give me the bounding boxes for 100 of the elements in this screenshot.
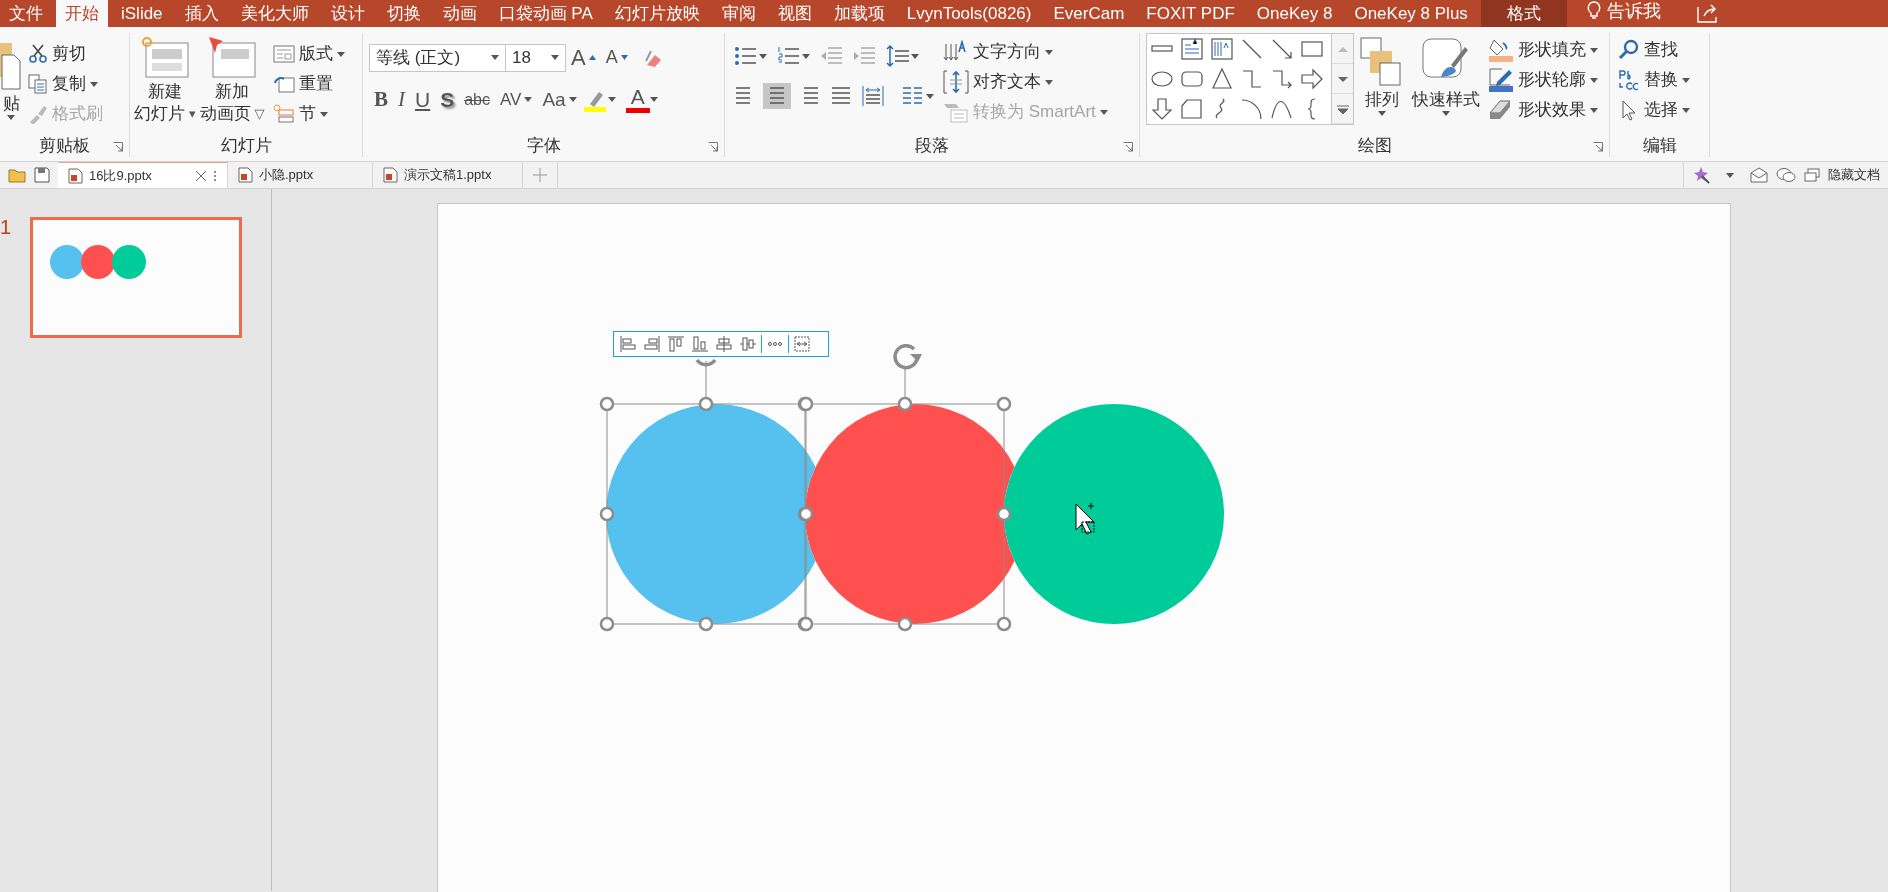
- ribbon-tab[interactable]: 设计: [321, 0, 374, 27]
- ribbon-tab[interactable]: 格式: [1480, 0, 1567, 27]
- toolbar-button[interactable]: 选择: [1616, 95, 1703, 125]
- arrange-button[interactable]: 排列: [1358, 33, 1406, 133]
- align-button[interactable]: [859, 83, 887, 109]
- document-tab[interactable]: 16比9.pptx: [58, 162, 228, 188]
- quick-styles-button[interactable]: 快速样式: [1410, 33, 1482, 133]
- toolbar-button[interactable]: 重置: [270, 69, 360, 99]
- font-name-field[interactable]: 等线 (正文): [369, 43, 506, 72]
- arc-shape-icon[interactable]: [1239, 96, 1265, 122]
- paste-button[interactable]: 贴: [0, 33, 22, 133]
- align-top-icon[interactable]: [665, 335, 687, 353]
- fit-size-icon[interactable]: [791, 335, 813, 353]
- ribbon-tab[interactable]: 开始: [56, 0, 108, 27]
- ribbon-tab[interactable]: EverCam: [1044, 0, 1134, 27]
- align-middle-icon[interactable]: [713, 335, 735, 353]
- shape-gallery[interactable]: [1146, 33, 1332, 125]
- format-button[interactable]: A: [625, 86, 650, 114]
- toolbar-button[interactable]: 形状效果: [1486, 95, 1603, 125]
- toolbar-button[interactable]: 查找: [1616, 35, 1703, 65]
- line-spacing-button[interactable]: [883, 43, 922, 69]
- ribbon-tab[interactable]: LvynTools(0826): [897, 0, 1041, 27]
- toolbar-button[interactable]: 节: [270, 99, 360, 129]
- dialog-launcher-icon[interactable]: [708, 141, 718, 152]
- group-label: 幻灯片: [220, 135, 272, 157]
- ribbon-tab[interactable]: FOXIT PDF: [1137, 0, 1244, 27]
- hide-documents-link[interactable]: 隐藏文档: [1828, 165, 1880, 185]
- align-left-icon[interactable]: [617, 335, 639, 353]
- slide-thumbnail[interactable]: [30, 217, 242, 338]
- format-button[interactable]: U: [410, 84, 436, 116]
- ribbon-tab[interactable]: 视图: [768, 0, 821, 27]
- ribbon-tab[interactable]: 幻灯片放映: [605, 0, 709, 27]
- align-right-icon[interactable]: [641, 335, 663, 353]
- ribbon-tab[interactable]: 美化大师: [231, 0, 318, 27]
- distributed-icon: [862, 85, 884, 107]
- group-label: 剪贴板: [39, 135, 90, 157]
- distribute-icon[interactable]: [737, 335, 759, 353]
- mail-icon[interactable]: [1750, 167, 1768, 183]
- dialog-launcher-icon[interactable]: [1123, 141, 1133, 152]
- caret-icon: [1590, 47, 1598, 53]
- toolbar-button[interactable]: 版式: [270, 39, 360, 69]
- toolbar-button[interactable]: 剪切: [26, 39, 123, 69]
- format-button[interactable]: AV: [495, 87, 538, 113]
- font-size-button[interactable]: A: [566, 41, 601, 74]
- rotate-handle[interactable]: [695, 358, 717, 399]
- close-icon[interactable]: [195, 169, 207, 182]
- ribbon-tab[interactable]: 口袋动画 PA: [489, 0, 602, 27]
- ribbon-tab[interactable]: 文件: [0, 0, 52, 27]
- rotate-handle[interactable]: [893, 343, 922, 399]
- format-button[interactable]: S: [435, 84, 460, 116]
- circle-shape[interactable]: [1004, 404, 1224, 624]
- lightbulb-icon: [1586, 1, 1601, 21]
- save-icon[interactable]: [34, 167, 50, 183]
- ribbon-tab[interactable]: 插入: [175, 0, 228, 27]
- numbering-icon: [777, 45, 800, 67]
- toolbar-button[interactable]: 复制: [26, 69, 123, 99]
- right-arrow-shape-icon[interactable]: [1299, 66, 1325, 92]
- toolbar-button[interactable]: 对齐文本: [941, 67, 1133, 97]
- new-slide-button[interactable]: 新加 动画页 ▽: [197, 33, 267, 133]
- format-button[interactable]: I: [393, 84, 410, 116]
- group-label: 字体: [526, 135, 561, 157]
- format-button[interactable]: B: [369, 84, 393, 116]
- magic-wand-icon[interactable]: [1692, 166, 1710, 184]
- toolbar-button[interactable]: 替换: [1616, 65, 1703, 95]
- font-size-button[interactable]: A: [600, 44, 633, 71]
- ribbon-tab[interactable]: iSlide: [112, 0, 172, 27]
- replace-icon: [1618, 69, 1640, 91]
- new-slide-button[interactable]: 新建 幻灯片 ▾: [132, 33, 198, 133]
- more-icon[interactable]: [213, 169, 217, 182]
- caret-icon: [1045, 49, 1053, 55]
- triangle-shape-icon[interactable]: [1209, 66, 1235, 92]
- text-box-shape-icon[interactable]: [1179, 36, 1205, 62]
- ribbon-tab[interactable]: 加载项: [824, 0, 894, 27]
- caret-icon: [1442, 111, 1450, 116]
- format-button[interactable]: abc: [459, 87, 495, 112]
- format-button[interactable]: Aa: [537, 85, 582, 114]
- toolbar-button[interactable]: 形状填充: [1486, 35, 1603, 65]
- chat-icon[interactable]: [1776, 167, 1796, 183]
- dialog-launcher-icon[interactable]: [113, 141, 123, 152]
- thumbnail-circle: [112, 245, 146, 279]
- flowchart-shape-icon[interactable]: [1179, 96, 1205, 122]
- tell-me-button[interactable]: 告诉我: [1580, 0, 1667, 22]
- ribbon-tab[interactable]: 审阅: [712, 0, 765, 27]
- ribbon-tab[interactable]: OneKey 8: [1247, 0, 1342, 27]
- align-button[interactable]: [763, 83, 791, 109]
- thumbnail-circle: [81, 245, 115, 279]
- folder-icon[interactable]: [8, 167, 26, 183]
- caret-icon: [1378, 111, 1386, 116]
- windows-icon[interactable]: [1804, 168, 1820, 182]
- dialog-launcher-icon[interactable]: [1593, 141, 1603, 152]
- ribbon-tab[interactable]: 动画: [433, 0, 486, 27]
- font-size-field[interactable]: 18: [506, 43, 566, 72]
- ribbon-tab[interactable]: 切换: [377, 0, 430, 27]
- share-icon[interactable]: [1696, 2, 1719, 23]
- toolbar-button[interactable]: 形状轮廓: [1486, 65, 1603, 95]
- caret-icon: [1726, 173, 1734, 179]
- toolbar-button[interactable]: 文字方向: [941, 37, 1133, 67]
- down-arrow-shape-icon[interactable]: [1149, 96, 1175, 122]
- align-bottom-icon[interactable]: [689, 335, 711, 353]
- ribbon-tab[interactable]: OneKey 8 Plus: [1345, 0, 1477, 27]
